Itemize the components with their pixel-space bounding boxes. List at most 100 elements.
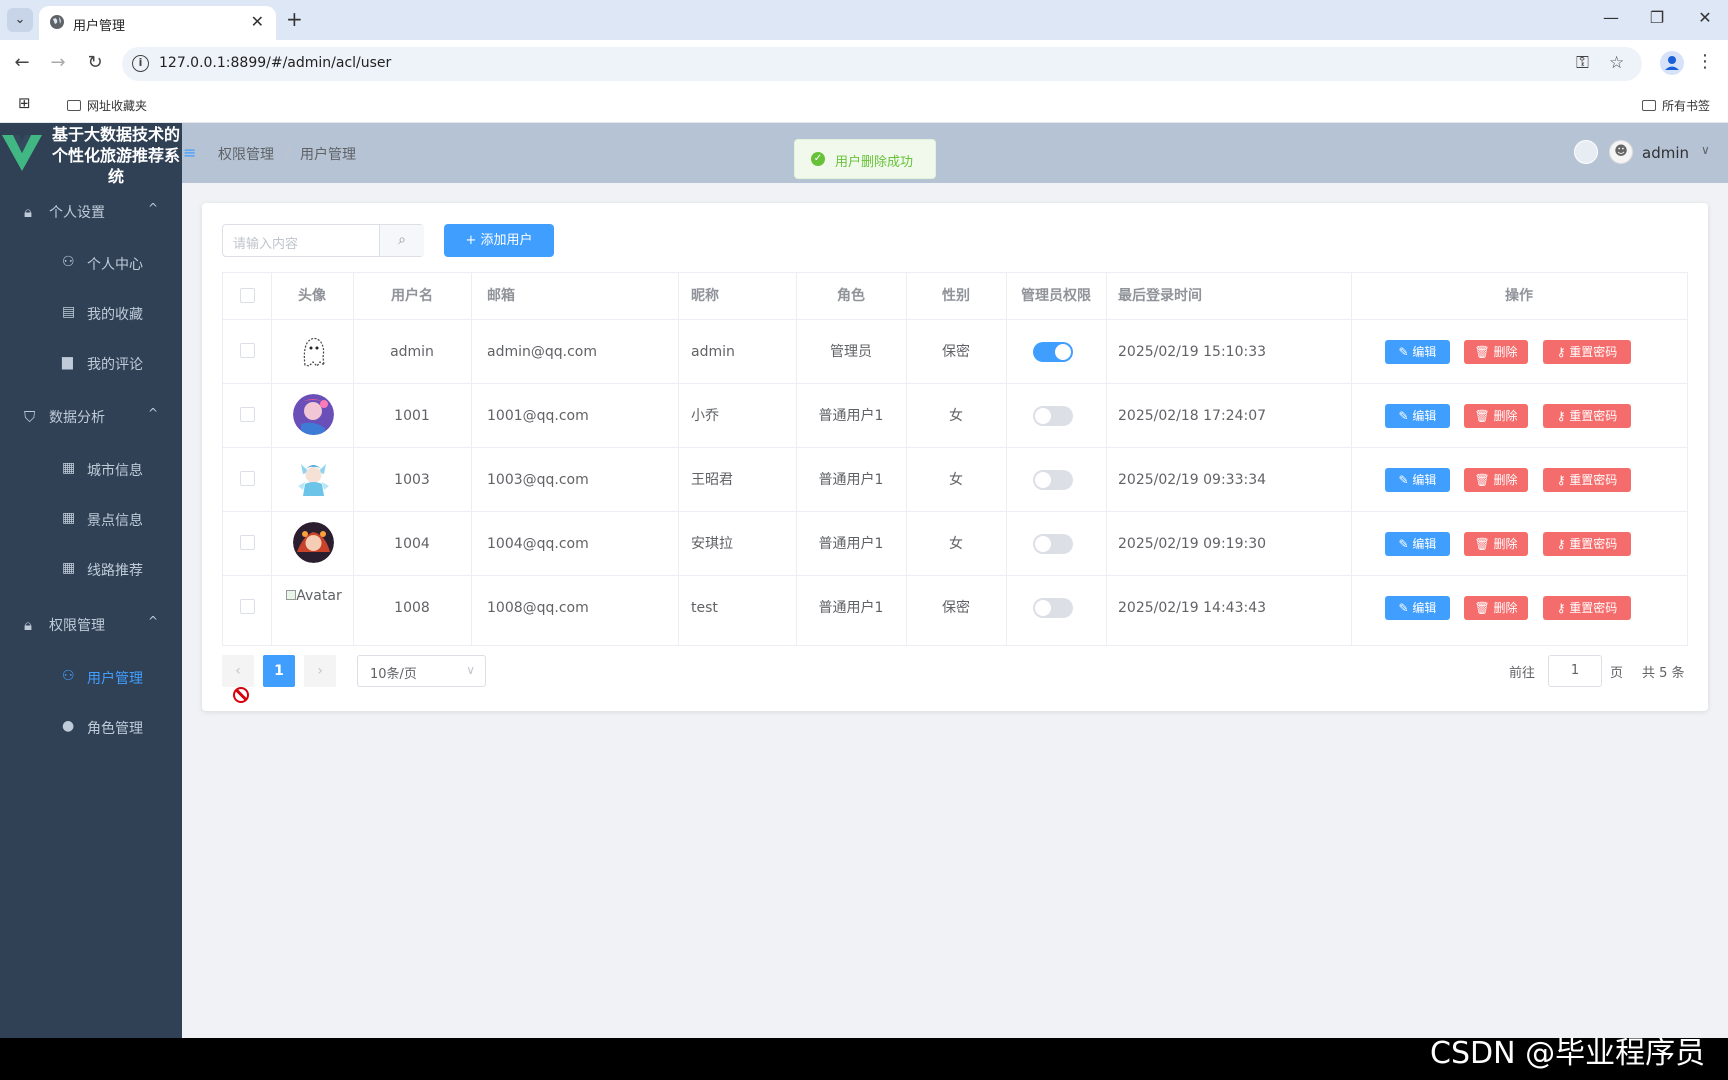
admin-toggle[interactable] bbox=[1033, 342, 1073, 362]
reload-icon[interactable]: ↻ bbox=[83, 52, 107, 73]
admin-toggle[interactable] bbox=[1033, 406, 1073, 426]
delete-button[interactable]: 🗑︎ 删除 bbox=[1464, 532, 1528, 556]
admin-toggle[interactable] bbox=[1033, 534, 1073, 554]
goto-page-input[interactable]: 1 bbox=[1548, 655, 1602, 687]
cell-nickname: test bbox=[691, 600, 718, 616]
cell-last-login: 2025/02/19 15:10:33 bbox=[1118, 344, 1267, 360]
next-page-button[interactable]: › bbox=[304, 655, 336, 687]
delete-button[interactable]: 🗑︎ 删除 bbox=[1464, 340, 1528, 364]
page-size-select[interactable]: 10条/页 ∨ bbox=[357, 655, 486, 687]
sidebar-item-users[interactable]: ⚇ 用户管理 bbox=[0, 652, 182, 702]
browser-tab[interactable]: 用户管理 ✕ bbox=[39, 6, 276, 40]
edit-button[interactable]: ✎ 编辑 bbox=[1385, 468, 1450, 492]
minimize-button[interactable]: — bbox=[1596, 8, 1626, 27]
apps-grid-icon[interactable]: ⊞ bbox=[18, 94, 31, 112]
reset-password-button[interactable]: ⚷ 重置密码 bbox=[1543, 340, 1631, 364]
edit-button[interactable]: ✎ 编辑 bbox=[1385, 596, 1450, 620]
url-field[interactable]: i 127.0.0.1:8899/#/admin/acl/user ⚿ ☆ bbox=[122, 47, 1642, 81]
menu-group-analysis[interactable]: ⛉ 数据分析 ^ bbox=[0, 391, 182, 441]
screen: ⌄ 用户管理 ✕ + — ❐ ✕ ← → ↻ i 127.0.0.1:8899/… bbox=[0, 0, 1728, 1080]
browser-menu-icon[interactable]: ⋮ bbox=[1696, 51, 1714, 72]
edit-button[interactable]: ✎ 编辑 bbox=[1385, 532, 1450, 556]
row-checkbox[interactable] bbox=[240, 343, 255, 358]
new-tab-button[interactable]: + bbox=[286, 7, 303, 31]
reset-password-button[interactable]: ⚷ 重置密码 bbox=[1543, 596, 1631, 620]
password-key-icon[interactable]: ⚿ bbox=[1576, 53, 1589, 73]
restore-button[interactable]: ❐ bbox=[1642, 8, 1672, 27]
back-icon[interactable]: ← bbox=[10, 52, 34, 73]
menu-group-permission[interactable]: 🔒︎ 权限管理 ^ bbox=[0, 599, 182, 649]
column-header-role: 角色 bbox=[837, 288, 865, 304]
profile-avatar[interactable] bbox=[1660, 51, 1684, 75]
select-all-checkbox[interactable] bbox=[240, 288, 255, 303]
row-checkbox[interactable] bbox=[240, 407, 255, 422]
page-number-current[interactable]: 1 bbox=[263, 655, 295, 687]
bookmark-folder-favorites[interactable]: 网址收藏夹 bbox=[67, 97, 147, 114]
menu-group-personal[interactable]: 🔒︎ 个人设置 ^ bbox=[0, 186, 182, 236]
not-allowed-cursor-icon bbox=[233, 687, 249, 703]
menu-toggle-icon[interactable]: ≡ bbox=[183, 143, 196, 162]
edit-button[interactable]: ✎ 编辑 bbox=[1385, 404, 1450, 428]
sidebar-item-roles[interactable]: ● 角色管理 bbox=[0, 702, 182, 752]
sidebar-item-scenic[interactable]: ▦ 景点信息 bbox=[0, 494, 182, 544]
total-count: 共 5 条 bbox=[1642, 666, 1685, 681]
chevron-down-icon[interactable]: ∨ bbox=[1701, 143, 1710, 157]
admin-toggle[interactable] bbox=[1033, 598, 1073, 618]
delete-button[interactable]: 🗑︎ 删除 bbox=[1464, 404, 1528, 428]
tab-search-button[interactable]: ⌄ bbox=[7, 8, 33, 32]
row-checkbox[interactable] bbox=[240, 471, 255, 486]
document-icon: ▦ bbox=[62, 460, 76, 476]
delete-button[interactable]: 🗑︎ 删除 bbox=[1464, 468, 1528, 492]
fullscreen-icon[interactable] bbox=[1574, 140, 1598, 164]
reset-password-button[interactable]: ⚷ 重置密码 bbox=[1543, 404, 1631, 428]
reset-password-button[interactable]: ⚷ 重置密码 bbox=[1543, 532, 1631, 556]
document-icon: ▦ bbox=[62, 560, 76, 576]
chart-icon: ⛉ bbox=[24, 408, 36, 426]
column-header-username: 用户名 bbox=[391, 288, 433, 304]
prev-page-button[interactable]: ‹ bbox=[222, 655, 254, 687]
cell-gender: 保密 bbox=[942, 600, 970, 616]
toggle-knob bbox=[1055, 344, 1071, 360]
toggle-knob bbox=[1035, 536, 1051, 552]
sidebar-item-label: 景点信息 bbox=[87, 513, 143, 529]
cell-nickname: 王昭君 bbox=[691, 472, 733, 488]
search-input[interactable]: 请输入内容 ⌕ bbox=[222, 224, 424, 257]
row-checkbox[interactable] bbox=[240, 535, 255, 550]
bookmark-star-icon[interactable]: ☆ bbox=[1609, 53, 1624, 73]
reset-password-button[interactable]: ⚷ 重置密码 bbox=[1543, 468, 1631, 492]
sidebar-item-route[interactable]: ▦ 线路推荐 bbox=[0, 544, 182, 594]
profile-icon bbox=[1665, 56, 1679, 70]
page-size-value: 10条/页 bbox=[370, 667, 417, 682]
success-toast: ✓ 用户删除成功 bbox=[794, 139, 936, 179]
delete-button[interactable]: 🗑︎ 删除 bbox=[1464, 596, 1528, 620]
search-icon[interactable]: ⌕ bbox=[379, 225, 424, 256]
sidebar-item-label: 城市信息 bbox=[87, 463, 143, 479]
header-avatar[interactable]: ☻ bbox=[1609, 140, 1633, 164]
goto-label: 前往 bbox=[1509, 666, 1536, 681]
row-checkbox[interactable] bbox=[240, 599, 255, 614]
table-row: 1001 1001@qq.com 小乔 普通用户1 女 2025/02/18 1… bbox=[223, 383, 1687, 447]
bookmark-folder-all[interactable]: 所有书签 bbox=[1642, 97, 1710, 114]
window-close-button[interactable]: ✕ bbox=[1690, 8, 1720, 27]
header-username[interactable]: admin bbox=[1642, 144, 1689, 162]
add-user-button[interactable]: + 添加用户 bbox=[444, 224, 554, 257]
lock-icon: 🔒︎ bbox=[24, 616, 32, 634]
sidebar-item-label: 角色管理 bbox=[87, 721, 143, 737]
sidebar-item-comments[interactable]: ▆ 我的评论 bbox=[0, 338, 182, 388]
edit-button[interactable]: ✎ 编辑 bbox=[1385, 340, 1450, 364]
breadcrumb-item[interactable]: 权限管理 bbox=[218, 144, 274, 164]
sidebar-item-city[interactable]: ▦ 城市信息 bbox=[0, 444, 182, 494]
tab-close-icon[interactable]: ✕ bbox=[251, 12, 264, 31]
cell-username: 1004 bbox=[394, 536, 430, 552]
table-row: admin admin@qq.com admin 管理员 保密 2025/02/… bbox=[223, 319, 1687, 383]
sidebar-item-profile[interactable]: ⚇ 个人中心 bbox=[0, 238, 182, 288]
forward-icon[interactable]: → bbox=[46, 52, 70, 73]
reset-label: 重置密码 bbox=[1569, 409, 1618, 423]
folder-icon bbox=[1642, 100, 1656, 111]
cell-gender: 女 bbox=[949, 536, 963, 552]
admin-toggle[interactable] bbox=[1033, 470, 1073, 490]
chevron-up-icon: ^ bbox=[148, 614, 159, 628]
sidebar-item-favorites[interactable]: ▤ 我的收藏 bbox=[0, 288, 182, 338]
site-info-icon[interactable]: i bbox=[132, 55, 149, 72]
cell-last-login: 2025/02/18 17:24:07 bbox=[1118, 408, 1267, 424]
